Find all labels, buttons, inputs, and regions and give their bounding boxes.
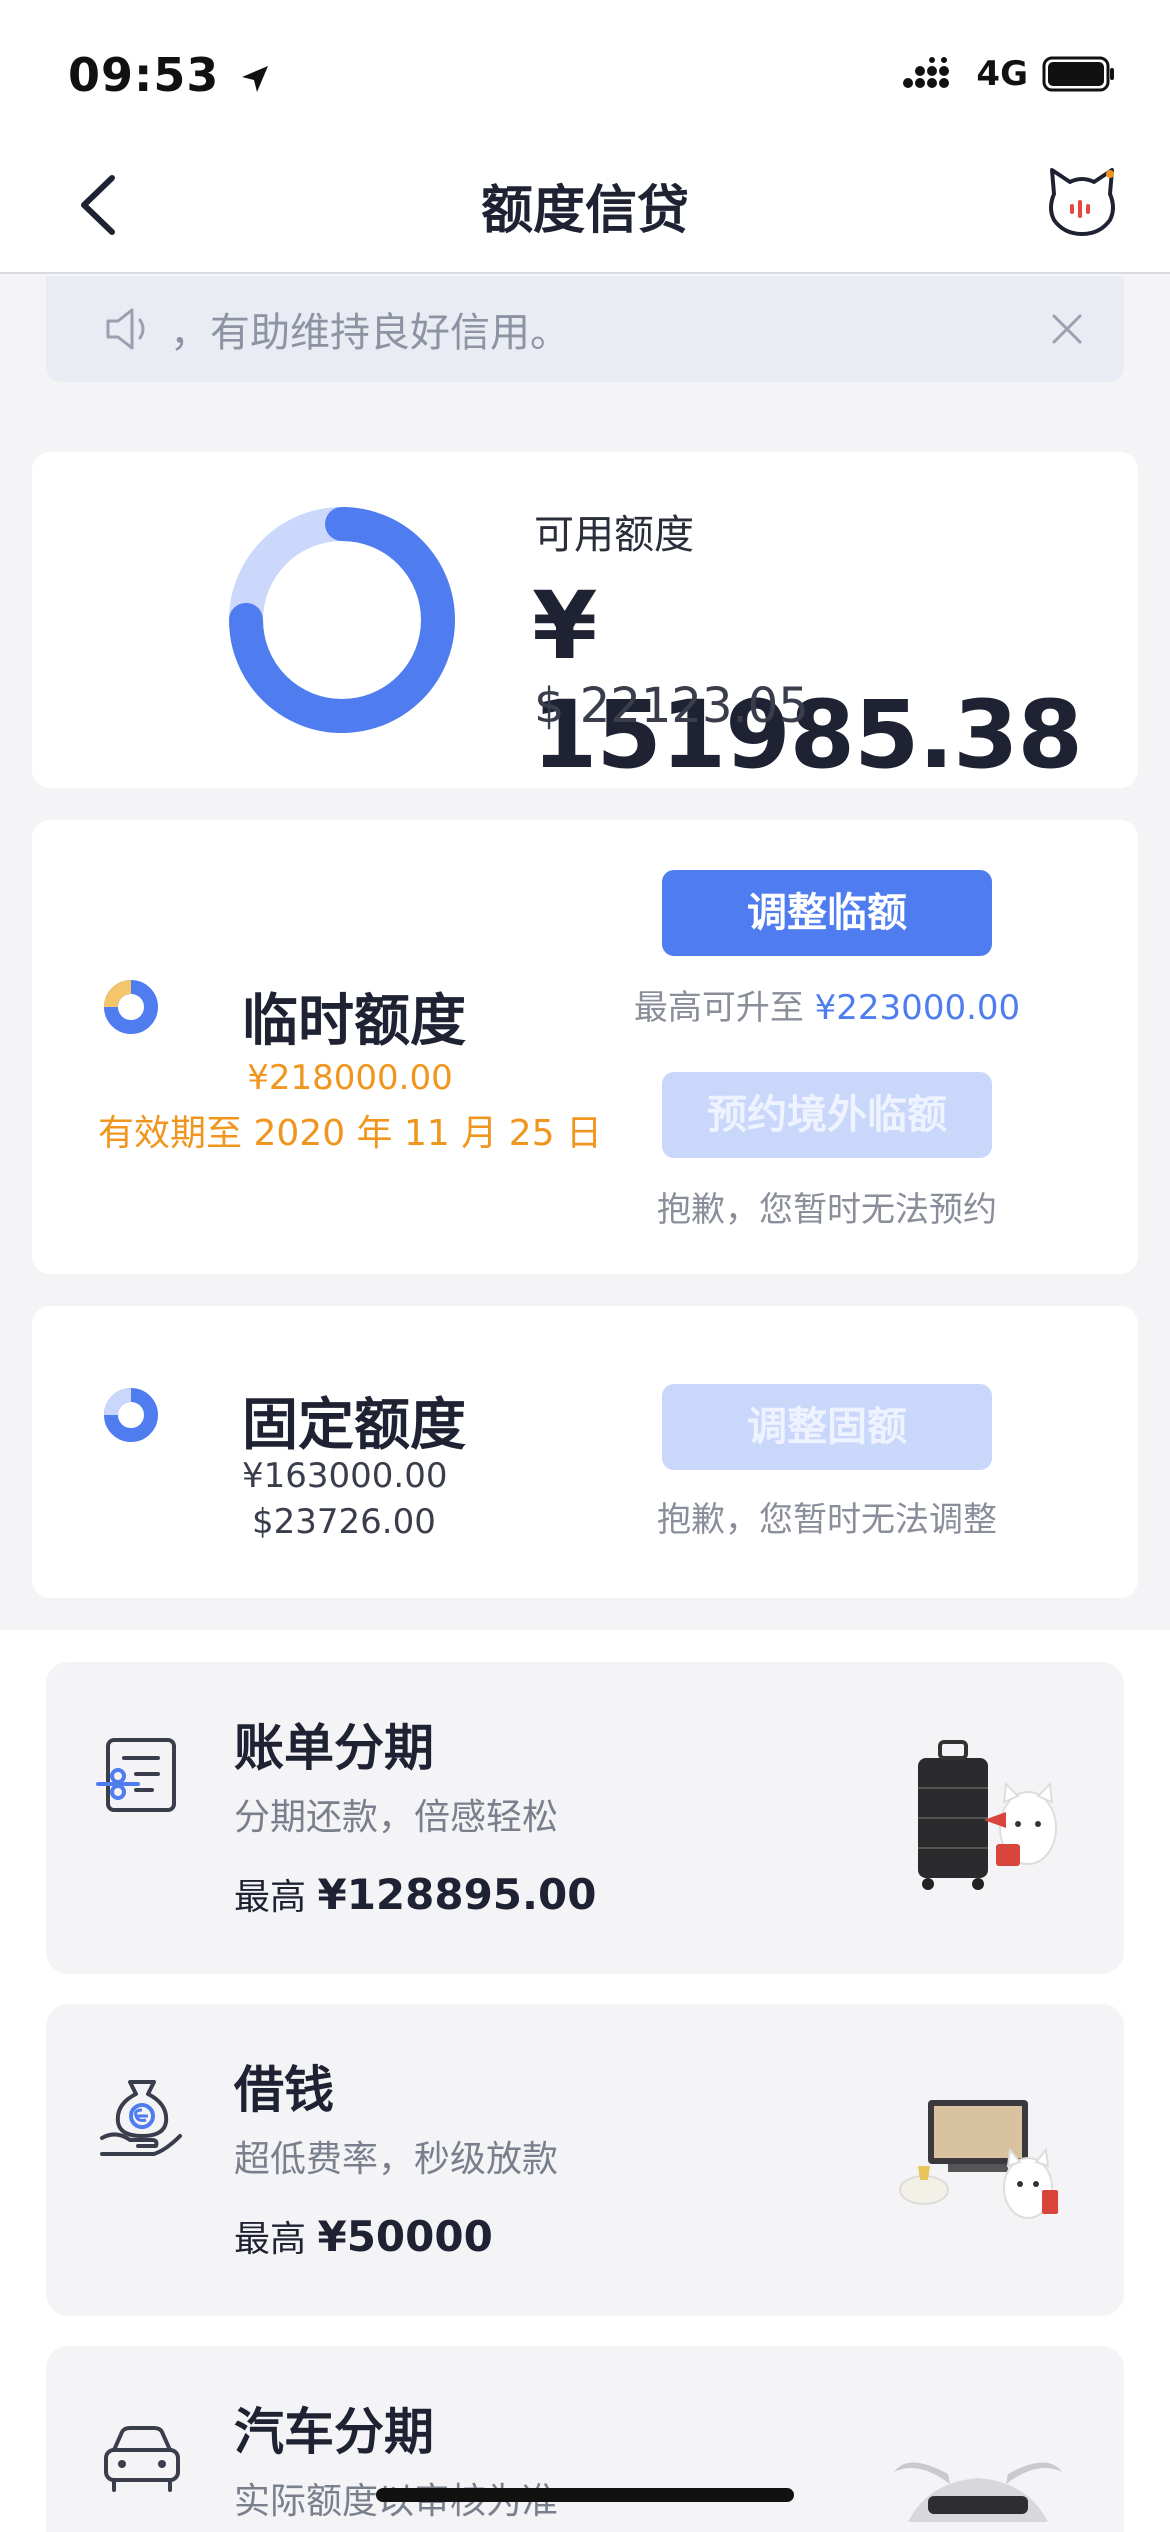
services-area: 账单分期 分期还款，倍感轻松 最高 ¥128895.00 借钱 超低费率，秒级放…	[0, 1630, 1170, 2532]
status-time: 09:53	[68, 48, 270, 102]
status-indicators: 4G	[902, 54, 1116, 94]
fixed-title: 固定额度	[242, 1393, 466, 1458]
signal-icon	[903, 57, 950, 88]
fixed-hint: 抱歉，您暂时无法调整	[657, 1500, 997, 1540]
notice-text: ，有助维持良好信用。	[170, 310, 570, 356]
home-indicator	[376, 2488, 794, 2502]
max-value: ¥223000.00	[814, 988, 1021, 1028]
car-illustration	[894, 2462, 1062, 2522]
notice-banner: ，有助维持良好信用。	[46, 276, 1124, 382]
fixed-amount-cny: ¥163000.00	[242, 1456, 448, 1496]
service-subtitle: 超低费率，秒级放款	[234, 2139, 559, 2180]
adjust-temporary-button[interactable]: 调整临额	[662, 870, 992, 956]
available-amount-usd: $ 22123.05	[534, 678, 809, 734]
max-value: ¥50000	[317, 2212, 493, 2261]
status-bar: 09:53 4G	[0, 0, 1170, 140]
fixed-credit-card: 固定额度 ¥163000.00 $23726.00 调整固额 抱歉，您暂时无法调…	[32, 1306, 1138, 1598]
max-value: ¥128895.00	[317, 1870, 597, 1919]
service-max: 最高 ¥128895.00	[234, 1868, 596, 1920]
service-title: 账单分期	[234, 1719, 434, 1777]
service-title: 汽车分期	[234, 2403, 434, 2461]
available-credit-card: 可用额度 ¥ 151985.38 $ 22123.05	[32, 452, 1138, 790]
bill-installment-icon	[96, 1738, 176, 1812]
service-borrow[interactable]: 借钱 超低费率，秒级放款 最高 ¥50000	[46, 2004, 1124, 2316]
service-bill-installment[interactable]: 账单分期 分期还款，倍感轻松 最高 ¥128895.00	[46, 1662, 1124, 1974]
temporary-valid-date: 有效期至 2020 年 11 月 25 日	[98, 1113, 602, 1154]
close-icon[interactable]	[1044, 306, 1090, 352]
credit-usage-donut	[229, 507, 455, 733]
available-label: 可用额度	[534, 512, 694, 558]
time-text: 09:53	[68, 48, 220, 102]
service-subtitle: 分期还款，倍感轻松	[234, 1797, 559, 1838]
tv-cat-illustration	[899, 2100, 1058, 2219]
max-prefix: 最高	[234, 1877, 307, 1918]
money-bag-hand-icon	[100, 2080, 182, 2156]
customer-service-cat-icon[interactable]	[1044, 164, 1120, 240]
fixed-donut-icon	[104, 1388, 158, 1442]
location-arrow-icon	[242, 65, 269, 92]
temporary-amount: ¥218000.00	[247, 1058, 453, 1098]
temporary-credit-card: 临时额度 ¥218000.00 有效期至 2020 年 11 月 25 日 调整…	[32, 820, 1138, 1274]
service-title: 借钱	[234, 2061, 334, 2119]
temporary-title: 临时额度	[242, 989, 466, 1054]
adjust-fixed-button[interactable]: 调整固额	[662, 1384, 992, 1470]
fixed-amount-usd: $23726.00	[252, 1502, 436, 1542]
temporary-donut-icon	[104, 980, 158, 1034]
car-icon	[104, 2426, 180, 2492]
page-title: 额度信贷	[480, 181, 689, 241]
network-type: 4G	[976, 54, 1028, 94]
max-prefix: 最高可升至	[633, 988, 804, 1028]
overseas-hint: 抱歉，您暂时无法预约	[657, 1190, 997, 1230]
temporary-max-hint: 最高可升至 ¥223000.00	[592, 980, 1062, 1029]
speaker-icon	[106, 308, 145, 350]
battery-icon	[1042, 56, 1114, 92]
service-max: 最高 ¥50000	[234, 2210, 493, 2262]
luggage-cat-illustration	[918, 1740, 1057, 1890]
service-car-installment[interactable]: 汽车分期 实际额度以审核为准	[46, 2346, 1124, 2532]
navbar: 额度信贷	[0, 140, 1170, 274]
max-prefix: 最高	[234, 2219, 307, 2260]
overseas-temporary-button[interactable]: 预约境外临额	[662, 1072, 992, 1158]
